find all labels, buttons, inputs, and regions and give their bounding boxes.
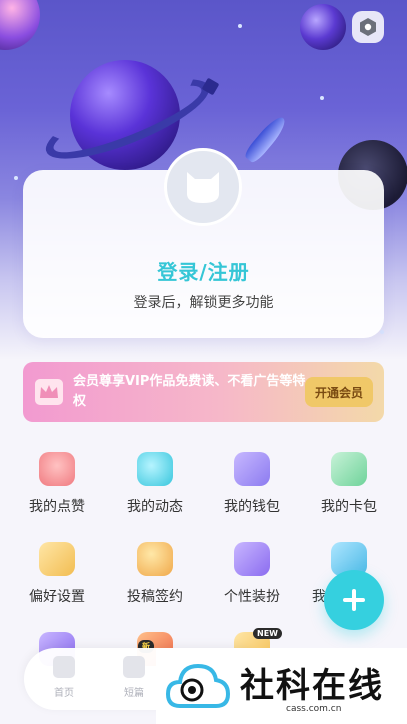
- new-badge: NEW: [253, 628, 282, 639]
- menu-item-label: 我的点赞: [29, 499, 85, 515]
- menu-item-submit-sign[interactable]: 投稿签约: [110, 542, 200, 612]
- heart-icon: [39, 452, 75, 486]
- avatar[interactable]: [164, 148, 242, 226]
- menu-item-preferences[interactable]: 偏好设置: [12, 542, 102, 612]
- menu-item-my-moments[interactable]: 我的动态: [110, 452, 200, 522]
- menu-item-label: 偏好设置: [29, 589, 85, 605]
- plus-icon: [343, 589, 365, 611]
- shop-icon: [234, 542, 270, 576]
- heart-preference-icon: [39, 542, 75, 576]
- gear-hexagon-icon: [360, 18, 376, 36]
- create-button[interactable]: [324, 570, 384, 630]
- menu-item-label: 投稿签约: [127, 589, 183, 605]
- star-decoration: [320, 96, 324, 100]
- menu-item-my-wallet[interactable]: 我的钱包: [207, 452, 297, 522]
- login-register-link[interactable]: 登录/注册: [0, 256, 407, 285]
- nav-item-label: 首页: [54, 688, 74, 699]
- card-icon: [331, 452, 367, 486]
- menu-item-my-likes[interactable]: 我的点赞: [12, 452, 102, 522]
- planet-decoration: [300, 4, 346, 50]
- star-decoration: [238, 24, 242, 28]
- vip-promo-text: 会员尊享VIP作品免费读、不看广告等特权: [73, 374, 306, 409]
- short-story-icon: [123, 656, 145, 678]
- home-icon: [53, 656, 75, 678]
- nav-item-home[interactable]: 首页: [44, 656, 84, 702]
- crown-icon: [35, 379, 63, 405]
- menu-item-label: 我的动态: [127, 499, 183, 515]
- watermark-text: 社科在线: [240, 666, 384, 706]
- menu-item-personal-dress[interactable]: 个性装扮: [207, 542, 297, 612]
- login-subtitle: 登录后，解锁更多功能: [133, 295, 274, 311]
- star-decoration: [380, 330, 384, 334]
- menu-item-my-cards[interactable]: 我的卡包: [304, 452, 394, 522]
- vip-banner[interactable]: 会员尊享VIP作品免费读、不看广告等特权 开通会员: [23, 362, 384, 422]
- planet-decoration: [0, 0, 40, 50]
- menu-item-label: 我的卡包: [321, 499, 377, 515]
- open-membership-button[interactable]: 开通会员: [305, 377, 373, 407]
- watermark: 社科在线 cass.com.cn: [156, 648, 407, 724]
- menu-item-label: 我的钱包: [224, 499, 280, 515]
- cloud-eye-logo-icon: [166, 663, 230, 708]
- settings-button[interactable]: [352, 11, 384, 43]
- nav-item-short[interactable]: 短篇: [114, 656, 154, 702]
- menu-item-label: 个性装扮: [224, 589, 280, 605]
- nav-item-label: 短篇: [124, 688, 144, 699]
- star-decoration: [14, 176, 18, 180]
- cat-avatar-icon: [187, 172, 219, 203]
- watermark-url: cass.com.cn: [286, 704, 342, 714]
- lightbulb-icon: [137, 542, 173, 576]
- wallet-icon: [234, 452, 270, 486]
- rocket-icon: [242, 113, 290, 165]
- leaf-icon: [137, 452, 173, 486]
